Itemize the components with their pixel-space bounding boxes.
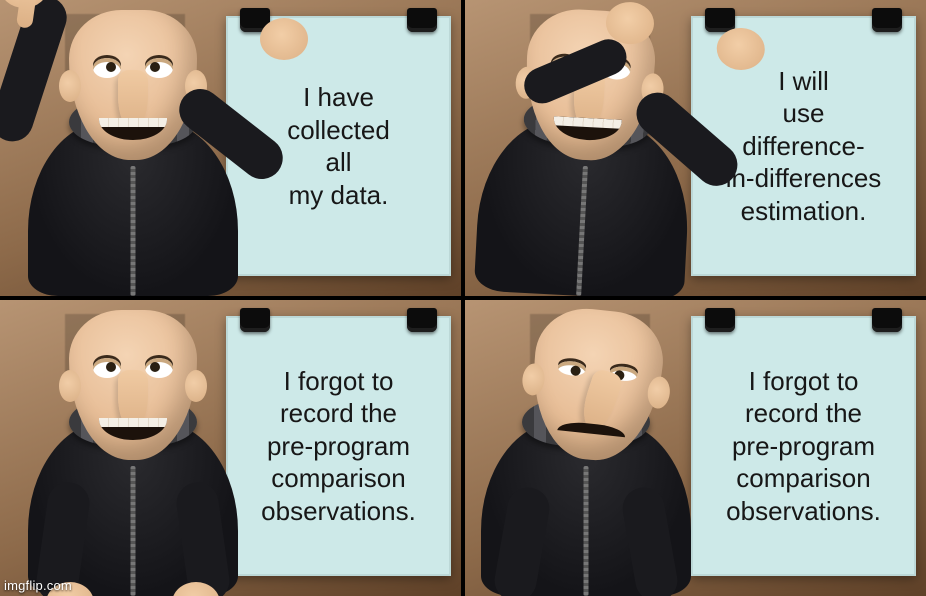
binder-clip-icon [872,308,902,332]
binder-clip-icon [705,308,735,332]
zipper-icon [131,166,136,296]
mouth-icon [553,116,622,142]
eye-icon [145,358,173,378]
panel-caption: I havecollectedallmy data. [287,81,390,211]
meme-panel-3: I forgot torecord thepre-programcomparis… [0,300,461,596]
eye-icon [93,358,121,378]
easel-board: I forgot torecord thepre-programcomparis… [691,316,916,576]
eye-icon [557,360,586,377]
panel-caption: I willusedifference-in-differencesestima… [726,65,882,228]
meme-grid: I havecollectedallmy data. [0,0,926,596]
binder-clip-icon [407,8,437,32]
ear-icon [185,370,207,402]
gru-character [465,8,708,296]
binder-clip-icon [407,308,437,332]
binder-clip-icon [872,8,902,32]
gru-character [18,314,248,596]
zipper-icon [131,466,136,596]
ear-icon [59,370,81,402]
zipper-icon [584,466,589,596]
gru-arm [0,0,72,147]
eye-icon [145,58,173,78]
eye-icon [93,58,121,78]
gru-character [18,14,248,296]
meme-panel-1: I havecollectedallmy data. [0,0,461,296]
meme-panel-4: I forgot torecord thepre-programcomparis… [465,300,926,596]
mouth-icon [557,420,626,437]
ear-icon [521,362,546,396]
gru-character [471,314,701,596]
mouth-icon [99,118,167,140]
panel-caption: I forgot torecord thepre-programcomparis… [261,365,416,528]
mouth-icon [99,418,167,440]
ear-icon [59,70,81,102]
ear-icon [646,376,671,410]
zipper-icon [576,166,588,296]
easel-board: I forgot torecord thepre-programcomparis… [226,316,451,576]
panel-caption: I forgot torecord thepre-programcomparis… [726,365,881,528]
watermark: imgflip.com [4,578,72,593]
meme-panel-2: I willusedifference-in-differencesestima… [465,0,926,296]
binder-clip-icon [705,8,735,32]
gru-hand [260,18,308,60]
